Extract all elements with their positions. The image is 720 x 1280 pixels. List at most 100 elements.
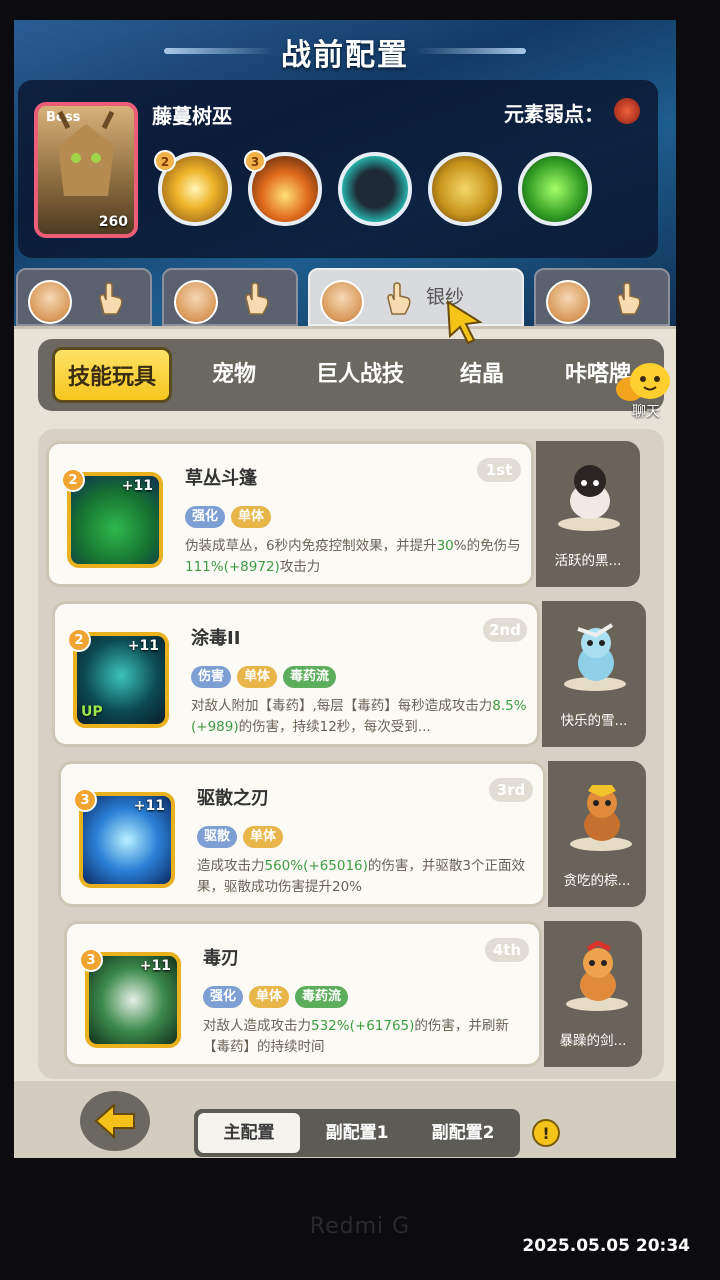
bottom-bar: 主配置 副配置1 副配置2 ! bbox=[14, 1081, 676, 1158]
hero-avatar bbox=[320, 280, 364, 324]
skill-tags: 强化 单体 毒药流 bbox=[203, 986, 349, 1008]
skill-title: 草丛斗篷 bbox=[185, 468, 257, 489]
skill-tag: 伤害 bbox=[191, 666, 232, 688]
skill-level-badge: 3 bbox=[79, 948, 103, 972]
tab-sub-config-1[interactable]: 副配置1 bbox=[306, 1109, 408, 1157]
bush-cloak-icon: 2 +11 bbox=[61, 468, 163, 568]
category-tabs: 技能玩具 宠物 巨人战技 结晶 咔嗒牌 bbox=[38, 339, 664, 411]
pet-slot-2[interactable]: 快乐的雪... bbox=[542, 601, 646, 747]
skill-card-4[interactable]: 3 +11 毒刃 4th 强化 单体 毒药流 对敌人造成攻击力532%(+617… bbox=[64, 921, 542, 1067]
skill-level-badge: 2 bbox=[61, 468, 85, 492]
skill-tag: 毒药流 bbox=[295, 986, 349, 1008]
brown-bear-pet-icon bbox=[584, 785, 620, 841]
boss-portrait[interactable]: Boss 260 bbox=[34, 102, 138, 238]
skill-tag: 单体 bbox=[243, 826, 284, 848]
skill-title: 涂毒II bbox=[191, 628, 241, 649]
config-panel: 技能玩具 宠物 巨人战技 结晶 咔嗒牌 聊天 2 +11 草丛斗篷 1st 强化… bbox=[14, 326, 676, 1158]
page-title: 战前配置 bbox=[281, 38, 409, 73]
skill-tags: 伤害 单体 毒药流 bbox=[191, 666, 337, 688]
boss-skill-burst[interactable]: 2 bbox=[154, 150, 232, 226]
sword-cat-pet-icon bbox=[580, 941, 616, 1001]
skill-tag: 强化 bbox=[203, 986, 244, 1008]
boss-skill-claw[interactable] bbox=[428, 152, 502, 226]
config-switcher: 主配置 副配置1 副配置2 bbox=[194, 1109, 520, 1157]
hand-tap-icon bbox=[245, 282, 269, 315]
hero-avatar bbox=[174, 280, 218, 324]
skill-card-3[interactable]: 3 +11 驱散之刃 3rd 驱散 单体 造成攻击力560%(+65016)的伤… bbox=[58, 761, 546, 907]
character-tab-1[interactable] bbox=[16, 268, 152, 326]
skill-tags: 驱散 单体 bbox=[197, 826, 284, 848]
skill-tag: 单体 bbox=[237, 666, 278, 688]
skill-rank: 3rd bbox=[489, 778, 533, 802]
boss-skill-level: 3 bbox=[244, 150, 266, 172]
character-tab-2[interactable] bbox=[162, 268, 298, 326]
chat-bubble-icon bbox=[616, 363, 670, 401]
character-tab-4[interactable] bbox=[534, 268, 670, 326]
pet-slot-3[interactable]: 贪吃的棕... bbox=[548, 761, 646, 907]
pet-name: 暴躁的剑... bbox=[559, 1033, 627, 1049]
skill-tag: 单体 bbox=[249, 986, 290, 1008]
poison-skull-icon: 3 +11 bbox=[79, 948, 181, 1048]
pet-name: 快乐的雪... bbox=[560, 713, 628, 729]
skill-rank: 1st bbox=[477, 458, 521, 482]
tab-main-config[interactable]: 主配置 bbox=[198, 1113, 300, 1153]
hero-avatar bbox=[546, 280, 590, 324]
skill-rank: 2nd bbox=[483, 618, 527, 642]
tab-skill-toys[interactable]: 技能玩具 bbox=[52, 347, 172, 403]
skill-tag: 强化 bbox=[185, 506, 226, 528]
chat-button[interactable]: 聊天 bbox=[612, 359, 672, 420]
fire-element-icon[interactable] bbox=[614, 98, 640, 124]
skill-description: 造成攻击力560%(+65016)的伤害，并驱散3个正面效果，驱散成功伤害提升2… bbox=[197, 858, 525, 895]
skill-upgrade-count: +11 bbox=[139, 958, 171, 974]
skill-list: 2 +11 草丛斗篷 1st 强化 单体 伪装成草丛，6秒内免疫控制效果，并提升… bbox=[38, 429, 664, 1079]
skill-card-1[interactable]: 2 +11 草丛斗篷 1st 强化 单体 伪装成草丛，6秒内免疫控制效果，并提升… bbox=[46, 441, 534, 587]
skill-upgrade-count: +11 bbox=[121, 478, 153, 494]
boss-skill-level: 2 bbox=[154, 150, 176, 172]
boss-level: 260 bbox=[98, 214, 128, 230]
tab-pets[interactable]: 宠物 bbox=[184, 339, 284, 411]
skill-card-2[interactable]: 2 +11 UP 涂毒II 2nd 伤害 单体 毒药流 对敌人附加【毒药】,每层… bbox=[52, 601, 540, 747]
boss-name: 藤蔓树巫 bbox=[152, 104, 232, 128]
tab-giant-skills[interactable]: 巨人战技 bbox=[300, 339, 420, 411]
skill-tags: 强化 单体 bbox=[185, 506, 272, 528]
skill-rank: 4th bbox=[485, 938, 529, 962]
hero-avatar bbox=[28, 280, 72, 324]
skill-description: 对敌人附加【毒药】,每层【毒药】每秒造成攻击力8.5%(+989)的伤害，持续1… bbox=[191, 698, 527, 735]
dispel-blade-icon: 3 +11 bbox=[73, 788, 175, 888]
info-button[interactable]: ! bbox=[532, 1119, 560, 1147]
boss-skill-shadow[interactable] bbox=[338, 152, 412, 226]
black-sheep-pet-icon bbox=[570, 465, 610, 519]
skill-title: 毒刃 bbox=[203, 948, 239, 969]
skill-level-badge: 3 bbox=[73, 788, 97, 812]
character-tab-3[interactable]: 银纱 bbox=[308, 268, 524, 326]
skill-tag: 驱散 bbox=[197, 826, 238, 848]
game-screen: 战前配置 Boss 260 藤蔓树巫 元素弱点： 2 3 bbox=[14, 20, 676, 1158]
boss-skill-fire[interactable]: 3 bbox=[244, 150, 322, 226]
element-weakness-label: 元素弱点： bbox=[504, 102, 604, 126]
pet-name: 活跃的黑... bbox=[554, 553, 622, 569]
back-arrow-icon bbox=[94, 1102, 135, 1140]
skill-upgrade-count: +11 bbox=[127, 638, 159, 654]
skill-description: 对敌人造成攻击力532%(+61765)的伤害，并刷新【毒药】的持续时间 bbox=[203, 1018, 509, 1055]
boss-skill-poison[interactable] bbox=[518, 152, 592, 226]
skill-tag: 单体 bbox=[231, 506, 272, 528]
pointer-cursor-icon bbox=[446, 300, 483, 345]
photo-timestamp: 2025.05.05 20:34 bbox=[522, 1236, 690, 1256]
skill-upgrade-tag: UP bbox=[81, 704, 103, 720]
tab-crystals[interactable]: 结晶 bbox=[432, 339, 532, 411]
skill-description: 伪装成草丛，6秒内免疫控制效果，并提升30%的免伤与111%(+8972)攻击力 bbox=[185, 538, 521, 575]
snow-pet-icon bbox=[577, 623, 614, 681]
boss-info-panel: Boss 260 藤蔓树巫 元素弱点： 2 3 bbox=[18, 80, 658, 258]
pet-slot-4[interactable]: 暴躁的剑... bbox=[544, 921, 642, 1067]
skill-title: 驱散之刃 bbox=[197, 788, 269, 809]
hand-tap-icon bbox=[617, 282, 641, 315]
hand-tap-icon bbox=[99, 282, 123, 315]
tab-sub-config-2[interactable]: 副配置2 bbox=[412, 1109, 514, 1157]
skill-level-badge: 2 bbox=[67, 628, 91, 652]
pet-slot-1[interactable]: 活跃的黑... bbox=[536, 441, 640, 587]
back-button[interactable] bbox=[80, 1091, 150, 1151]
hand-tap-icon bbox=[387, 282, 411, 315]
skill-tag: 毒药流 bbox=[283, 666, 337, 688]
skill-upgrade-count: +11 bbox=[133, 798, 165, 814]
poison-drop-icon: 2 +11 UP bbox=[67, 628, 169, 728]
